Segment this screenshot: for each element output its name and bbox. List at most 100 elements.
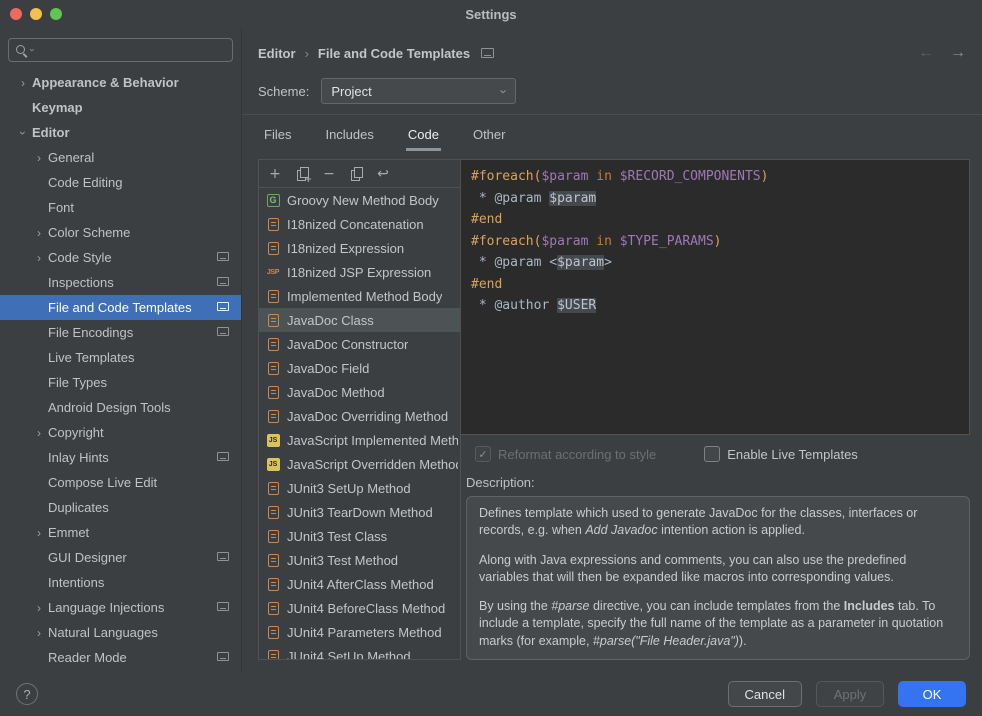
- sidebar-item-code-editing[interactable]: Code Editing: [0, 170, 241, 195]
- template-template-icon: [265, 648, 281, 659]
- template-item-label: JavaDoc Method: [287, 385, 385, 400]
- duplicate-template-icon[interactable]: [348, 166, 364, 182]
- zoom-button[interactable]: [50, 8, 62, 20]
- tab-includes[interactable]: Includes: [323, 121, 375, 151]
- code-line: * @param $param: [471, 188, 959, 210]
- template-item-groovy-new-method-body[interactable]: GGroovy New Method Body: [259, 188, 460, 212]
- template-item-junit4-setup-method[interactable]: JUnit4 SetUp Method: [259, 644, 460, 659]
- add-template-icon[interactable]: +: [267, 166, 283, 182]
- sidebar-item-copyright[interactable]: ›Copyright: [0, 420, 241, 445]
- template-item-i18nized-expression[interactable]: I18nized Expression: [259, 236, 460, 260]
- create-child-template-icon[interactable]: +: [294, 166, 310, 182]
- chevron-right-icon[interactable]: ›: [32, 227, 46, 239]
- description-label: Description:: [466, 475, 970, 490]
- scheme-label: Scheme:: [258, 84, 309, 99]
- template-item-javadoc-method[interactable]: JavaDoc Method: [259, 380, 460, 404]
- sidebar-item-inlay-hints[interactable]: Inlay Hints: [0, 445, 241, 470]
- sidebar-item-intentions[interactable]: Intentions: [0, 570, 241, 595]
- chevron-right-icon[interactable]: ›: [16, 77, 30, 89]
- template-item-junit3-test-class[interactable]: JUnit3 Test Class: [259, 524, 460, 548]
- template-item-javadoc-class[interactable]: JavaDoc Class: [259, 308, 460, 332]
- template-item-javadoc-field[interactable]: JavaDoc Field: [259, 356, 460, 380]
- tab-other[interactable]: Other: [471, 121, 508, 151]
- minimize-button[interactable]: [30, 8, 42, 20]
- sidebar-item-general[interactable]: ›General: [0, 145, 241, 170]
- template-item-junit3-setup-method[interactable]: JUnit3 SetUp Method: [259, 476, 460, 500]
- cancel-button[interactable]: Cancel: [728, 681, 802, 707]
- search-input[interactable]: [37, 43, 226, 58]
- settings-search[interactable]: ›: [8, 38, 233, 62]
- template-list-pane: ++−↩ GGroovy New Method BodyI18nized Con…: [258, 159, 461, 660]
- sidebar-item-label: Keymap: [32, 100, 83, 115]
- reset-to-default-icon[interactable]: ↩: [375, 166, 391, 182]
- template-item-label: JavaDoc Field: [287, 361, 369, 376]
- template-item-implemented-method-body[interactable]: Implemented Method Body: [259, 284, 460, 308]
- sidebar-item-compose-live-edit[interactable]: Compose Live Edit: [0, 470, 241, 495]
- enable-live-templates-checkbox[interactable]: Enable Live Templates: [704, 446, 858, 462]
- sidebar-item-code-style[interactable]: ›Code Style: [0, 245, 241, 270]
- template-template-icon: [265, 384, 281, 400]
- back-arrow-icon[interactable]: ←: [918, 44, 934, 62]
- sidebar-item-file-encodings[interactable]: File Encodings: [0, 320, 241, 345]
- ok-button[interactable]: OK: [898, 681, 966, 707]
- chevron-right-icon[interactable]: ›: [32, 427, 46, 439]
- sidebar-item-file-types[interactable]: File Types: [0, 370, 241, 395]
- sidebar-item-appearance-behavior[interactable]: ›Appearance & Behavior: [0, 70, 241, 95]
- forward-arrow-icon[interactable]: →: [950, 44, 966, 62]
- close-button[interactable]: [10, 8, 22, 20]
- jsp-template-icon: JSP: [265, 264, 281, 280]
- sidebar-item-duplicates[interactable]: Duplicates: [0, 495, 241, 520]
- chevron-right-icon[interactable]: ›: [32, 252, 46, 264]
- enable-live-templates-label: Enable Live Templates: [727, 447, 858, 462]
- chevron-right-icon[interactable]: ›: [32, 527, 46, 539]
- help-button[interactable]: ?: [16, 683, 38, 705]
- sidebar-item-file-and-code-templates[interactable]: File and Code Templates: [0, 295, 241, 320]
- chevron-down-icon[interactable]: ›: [17, 126, 29, 140]
- description-paragraph: By using the #parse directive, you can i…: [479, 598, 957, 650]
- sidebar-item-inspections[interactable]: Inspections: [0, 270, 241, 295]
- chevron-right-icon[interactable]: ›: [32, 602, 46, 614]
- template-item-i18nized-jsp-expression[interactable]: JSPI18nized JSP Expression: [259, 260, 460, 284]
- sidebar-item-live-templates[interactable]: Live Templates: [0, 345, 241, 370]
- traffic-lights: [10, 8, 62, 20]
- sidebar-item-font[interactable]: Font: [0, 195, 241, 220]
- sidebar-item-language-injections[interactable]: ›Language Injections: [0, 595, 241, 620]
- tab-files[interactable]: Files: [262, 121, 293, 151]
- sidebar-item-label: Inlay Hints: [48, 450, 109, 465]
- template-item-javadoc-constructor[interactable]: JavaDoc Constructor: [259, 332, 460, 356]
- sidebar-item-color-scheme[interactable]: ›Color Scheme: [0, 220, 241, 245]
- template-item-junit3-teardown-method[interactable]: JUnit3 TearDown Method: [259, 500, 460, 524]
- sidebar-item-keymap[interactable]: Keymap: [0, 95, 241, 120]
- remove-template-icon[interactable]: −: [321, 166, 337, 182]
- template-item-junit3-test-method[interactable]: JUnit3 Test Method: [259, 548, 460, 572]
- tab-code[interactable]: Code: [406, 121, 441, 151]
- breadcrumb-separator-icon: ›: [305, 46, 309, 61]
- template-item-javascript-implemented-method[interactable]: JSJavaScript Implemented Method: [259, 428, 460, 452]
- sidebar-item-label: Emmet: [48, 525, 89, 540]
- template-item-junit4-parameters-method[interactable]: JUnit4 Parameters Method: [259, 620, 460, 644]
- template-item-i18nized-concatenation[interactable]: I18nized Concatenation: [259, 212, 460, 236]
- chevron-right-icon[interactable]: ›: [32, 152, 46, 164]
- sidebar-item-label: Reader Mode: [48, 650, 127, 665]
- template-item-label: JavaScript Overridden Method: [287, 457, 458, 472]
- per-project-settings-icon: [217, 602, 229, 611]
- template-code-editor[interactable]: #foreach($param in $RECORD_COMPONENTS) *…: [461, 159, 970, 435]
- template-item-javadoc-overriding-method[interactable]: JavaDoc Overriding Method: [259, 404, 460, 428]
- breadcrumb-editor[interactable]: Editor: [258, 46, 296, 61]
- scheme-select[interactable]: Project ›: [321, 78, 516, 104]
- sidebar-item-natural-languages[interactable]: ›Natural Languages: [0, 620, 241, 645]
- per-project-settings-icon: [481, 48, 494, 58]
- template-item-javascript-overridden-method[interactable]: JSJavaScript Overridden Method: [259, 452, 460, 476]
- sidebar-item-reader-mode[interactable]: Reader Mode: [0, 645, 241, 670]
- template-item-label: Groovy New Method Body: [287, 193, 439, 208]
- template-item-junit4-beforeclass-method[interactable]: JUnit4 BeforeClass Method: [259, 596, 460, 620]
- sidebar-item-gui-designer[interactable]: GUI Designer: [0, 545, 241, 570]
- chevron-right-icon[interactable]: ›: [32, 627, 46, 639]
- code-line: #foreach($param in $TYPE_PARAMS): [471, 231, 959, 253]
- sidebar-item-emmet[interactable]: ›Emmet: [0, 520, 241, 545]
- template-toolbar: ++−↩: [259, 160, 460, 188]
- sidebar-item-android-design-tools[interactable]: Android Design Tools: [0, 395, 241, 420]
- per-project-settings-icon: [217, 327, 229, 336]
- template-item-junit4-afterclass-method[interactable]: JUnit4 AfterClass Method: [259, 572, 460, 596]
- sidebar-item-editor[interactable]: ›Editor: [0, 120, 241, 145]
